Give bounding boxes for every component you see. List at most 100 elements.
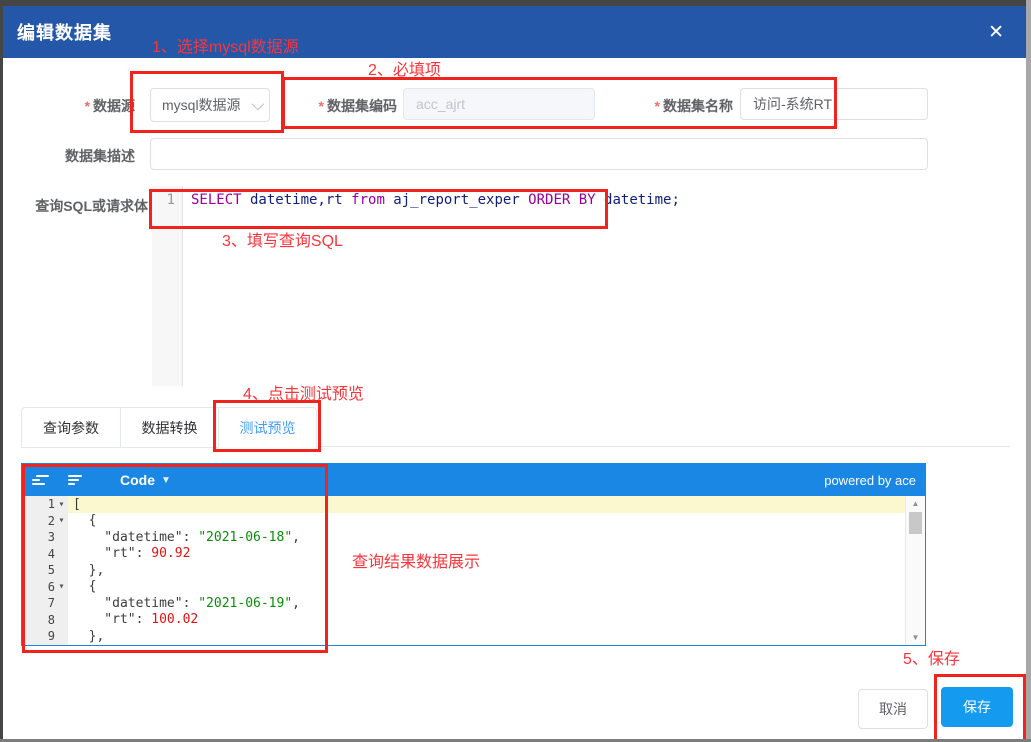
json-line-6: 6▾ { <box>22 579 906 596</box>
gutter-cell: 5 <box>22 562 68 579</box>
line-number: 2 <box>22 514 55 528</box>
code-text: [ <box>68 496 906 513</box>
window-frame-top <box>0 0 1031 6</box>
datasource-select-value: mysql数据源 <box>151 95 243 115</box>
format-json-icon[interactable] <box>28 469 58 491</box>
gutter-cell: 10 <box>22 645 68 646</box>
json-line-8: 8 "rt": 100.02 <box>22 612 906 629</box>
json-token: { <box>73 579 96 594</box>
fold-icon[interactable]: ▾ <box>55 515 68 526</box>
editor-scrollbar[interactable]: ▲ ▼ <box>905 496 925 645</box>
caret-down-icon: ▼ <box>161 475 171 486</box>
annotation-step4: 4、点击测试预览 <box>243 380 364 404</box>
tab-2[interactable]: 数据转换 <box>120 408 218 448</box>
annotation-step1: 1、选择mysql数据源 <box>152 33 299 57</box>
gutter-cell: 7 <box>22 595 68 612</box>
json-token: { <box>73 513 96 528</box>
window-frame-right <box>1026 0 1031 742</box>
line-number: 4 <box>22 547 55 561</box>
annotation-step2: 2、必填项 <box>368 56 441 80</box>
sql-token: aj_report_exper <box>385 192 528 208</box>
annotation-step3: 3、填写查询SQL <box>222 227 343 251</box>
dataset-desc-input[interactable] <box>150 138 928 170</box>
line-number: 5 <box>22 563 55 577</box>
code-text: "datetime": "2021-06-18", <box>68 529 906 546</box>
gutter-cell: 9 <box>22 628 68 645</box>
window-frame-left <box>0 0 3 742</box>
line-number: 7 <box>22 596 55 610</box>
code-text: "datetime": "2021-06-19", <box>68 595 906 612</box>
json-token: "2021-06-19" <box>198 596 292 611</box>
compact-json-icon[interactable] <box>64 469 94 491</box>
datasource-select[interactable]: mysql数据源 <box>150 88 270 122</box>
tab-1[interactable]: 查询参数 <box>22 408 120 448</box>
required-asterisk: * <box>85 98 90 114</box>
json-token: }, <box>73 629 104 644</box>
save-button[interactable]: 保存 <box>941 687 1013 727</box>
gutter-cell: 1▾ <box>22 496 68 513</box>
edit-dataset-dialog: 编辑数据集 ✕ 1、选择mysql数据源 *数据源 mysql数据源 2、必填项… <box>0 0 1031 742</box>
dataset-code-label: *数据集编码 <box>290 96 397 116</box>
gutter-cell: 4 <box>22 546 68 563</box>
line-number: 3 <box>22 530 55 544</box>
annotation-result-note: 查询结果数据展示 <box>352 548 480 572</box>
dataset-name-label: *数据集名称 <box>626 96 733 116</box>
sql-editor-gutter: 1 <box>152 186 183 386</box>
json-line-1: 1▾ [ <box>22 496 906 513</box>
dataset-code-input[interactable] <box>403 88 595 120</box>
code-text: { <box>68 513 906 530</box>
sql-token: SELECT <box>191 192 242 208</box>
code-text: { <box>68 645 906 646</box>
code-text: "rt": 100.02 <box>68 612 906 629</box>
json-token: [ <box>73 497 81 512</box>
json-line-10: 10 { <box>22 645 906 646</box>
json-line-2: 2▾ { <box>22 513 906 530</box>
code-text: }, <box>68 562 906 579</box>
fold-icon[interactable]: ▾ <box>55 499 68 510</box>
fold-icon[interactable]: ▾ <box>55 581 68 592</box>
mode-select-label: Code <box>120 472 155 488</box>
json-editor-menu: Code ▼ powered by ace <box>22 464 925 496</box>
line-number: 8 <box>22 613 55 627</box>
line-number: 9 <box>22 629 55 643</box>
sql-label: 查询SQL或请求体 <box>28 196 148 216</box>
json-token: "rt" <box>73 612 136 627</box>
dialog-title: 编辑数据集 <box>17 19 112 45</box>
sql-line-number: 1 <box>152 186 182 208</box>
dataset-name-input[interactable] <box>740 88 928 120</box>
json-token: "2021-06-18" <box>198 530 292 545</box>
tab-bar: 查询参数数据转换测试预览 <box>21 407 317 448</box>
cancel-button[interactable]: 取消 <box>858 689 928 729</box>
json-line-7: 7 "datetime": "2021-06-19", <box>22 595 906 612</box>
sql-token: from <box>351 192 385 208</box>
sql-code-line: SELECT datetime,rt from aj_report_exper … <box>191 192 680 208</box>
json-token: "rt" <box>73 546 136 561</box>
line-number: 6 <box>22 580 55 594</box>
json-token: : <box>183 530 199 545</box>
json-line-3: 3 "datetime": "2021-06-18", <box>22 529 906 546</box>
json-token: : <box>183 596 199 611</box>
json-token: }, <box>73 563 104 578</box>
json-line-9: 9 }, <box>22 628 906 645</box>
json-token: "datetime" <box>73 596 183 611</box>
sql-token: datetime,rt <box>242 192 352 208</box>
json-token: , <box>292 530 300 545</box>
json-token: 90.92 <box>151 546 190 561</box>
sql-editor[interactable]: 1 SELECT datetime,rt from aj_report_expe… <box>152 186 926 386</box>
sql-token: ORDER BY <box>528 192 595 208</box>
scrollbar-thumb[interactable] <box>909 512 922 534</box>
mode-select-dropdown[interactable]: Code ▼ <box>120 472 171 488</box>
dataset-desc-label: 数据集描述 <box>28 146 135 166</box>
json-token: 100.02 <box>151 612 198 627</box>
json-token: "datetime" <box>73 530 183 545</box>
code-text: { <box>68 579 906 596</box>
json-token: , <box>292 596 300 611</box>
code-text: "rt": 90.92 <box>68 546 906 563</box>
scroll-up-icon[interactable]: ▲ <box>906 496 925 511</box>
scroll-down-icon[interactable]: ▼ <box>906 630 925 645</box>
json-token: : <box>136 612 152 627</box>
gutter-cell: 6▾ <box>22 579 68 596</box>
gutter-cell: 2▾ <box>22 513 68 530</box>
close-icon[interactable]: ✕ <box>988 23 1004 42</box>
tab-3[interactable]: 测试预览 <box>218 408 316 448</box>
